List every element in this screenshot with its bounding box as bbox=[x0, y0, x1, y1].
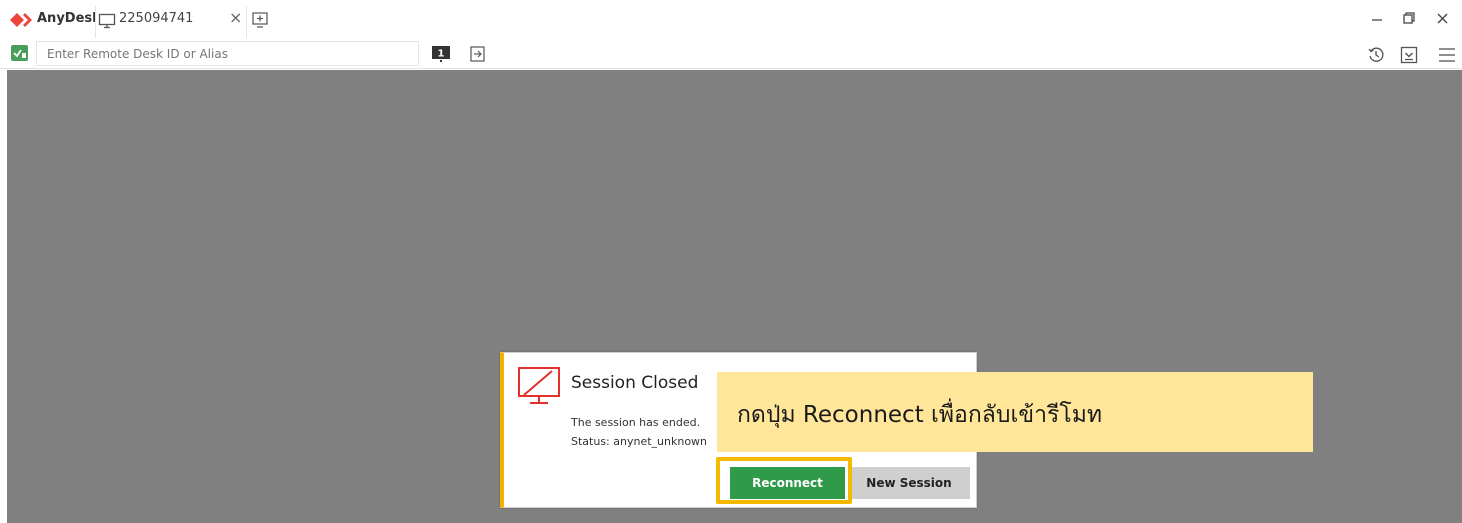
toolbar: 1 bbox=[0, 38, 1462, 69]
app-name: AnyDesk bbox=[37, 11, 101, 26]
display-badge: 1 bbox=[438, 49, 445, 60]
reconnect-highlight-box bbox=[716, 457, 852, 504]
new-tab-icon[interactable] bbox=[252, 12, 268, 28]
anydesk-logo-icon bbox=[10, 13, 32, 27]
display-icon[interactable]: 1 bbox=[432, 46, 450, 62]
tab-label: 225094741 bbox=[119, 11, 194, 26]
title-bar: AnyDesk 225094741 × bbox=[0, 0, 1462, 38]
history-icon[interactable] bbox=[1367, 46, 1385, 64]
dialog-message: The session has ended. bbox=[571, 416, 701, 429]
tab-close-button[interactable]: × bbox=[229, 8, 242, 27]
monitor-off-icon bbox=[518, 367, 560, 404]
connect-arrow-icon[interactable] bbox=[470, 46, 486, 62]
dialog-status: Status: anynet_unknown bbox=[571, 435, 708, 448]
monitor-icon bbox=[98, 13, 116, 29]
restore-icon[interactable] bbox=[1400, 10, 1420, 28]
close-icon[interactable] bbox=[1433, 10, 1453, 28]
dialog-title: Session Closed bbox=[571, 373, 699, 393]
remote-id-input[interactable] bbox=[36, 41, 419, 66]
download-icon[interactable] bbox=[1400, 46, 1418, 64]
minimize-icon[interactable] bbox=[1368, 10, 1388, 28]
status-icon bbox=[11, 45, 28, 61]
instruction-callout: กดปุ่ม Reconnect เพื่อกลับเข้ารีโมท bbox=[717, 372, 1313, 452]
new-session-button[interactable]: New Session bbox=[848, 467, 970, 499]
tab-session[interactable]: 225094741 × bbox=[95, 6, 247, 38]
menu-icon[interactable] bbox=[1438, 46, 1456, 64]
